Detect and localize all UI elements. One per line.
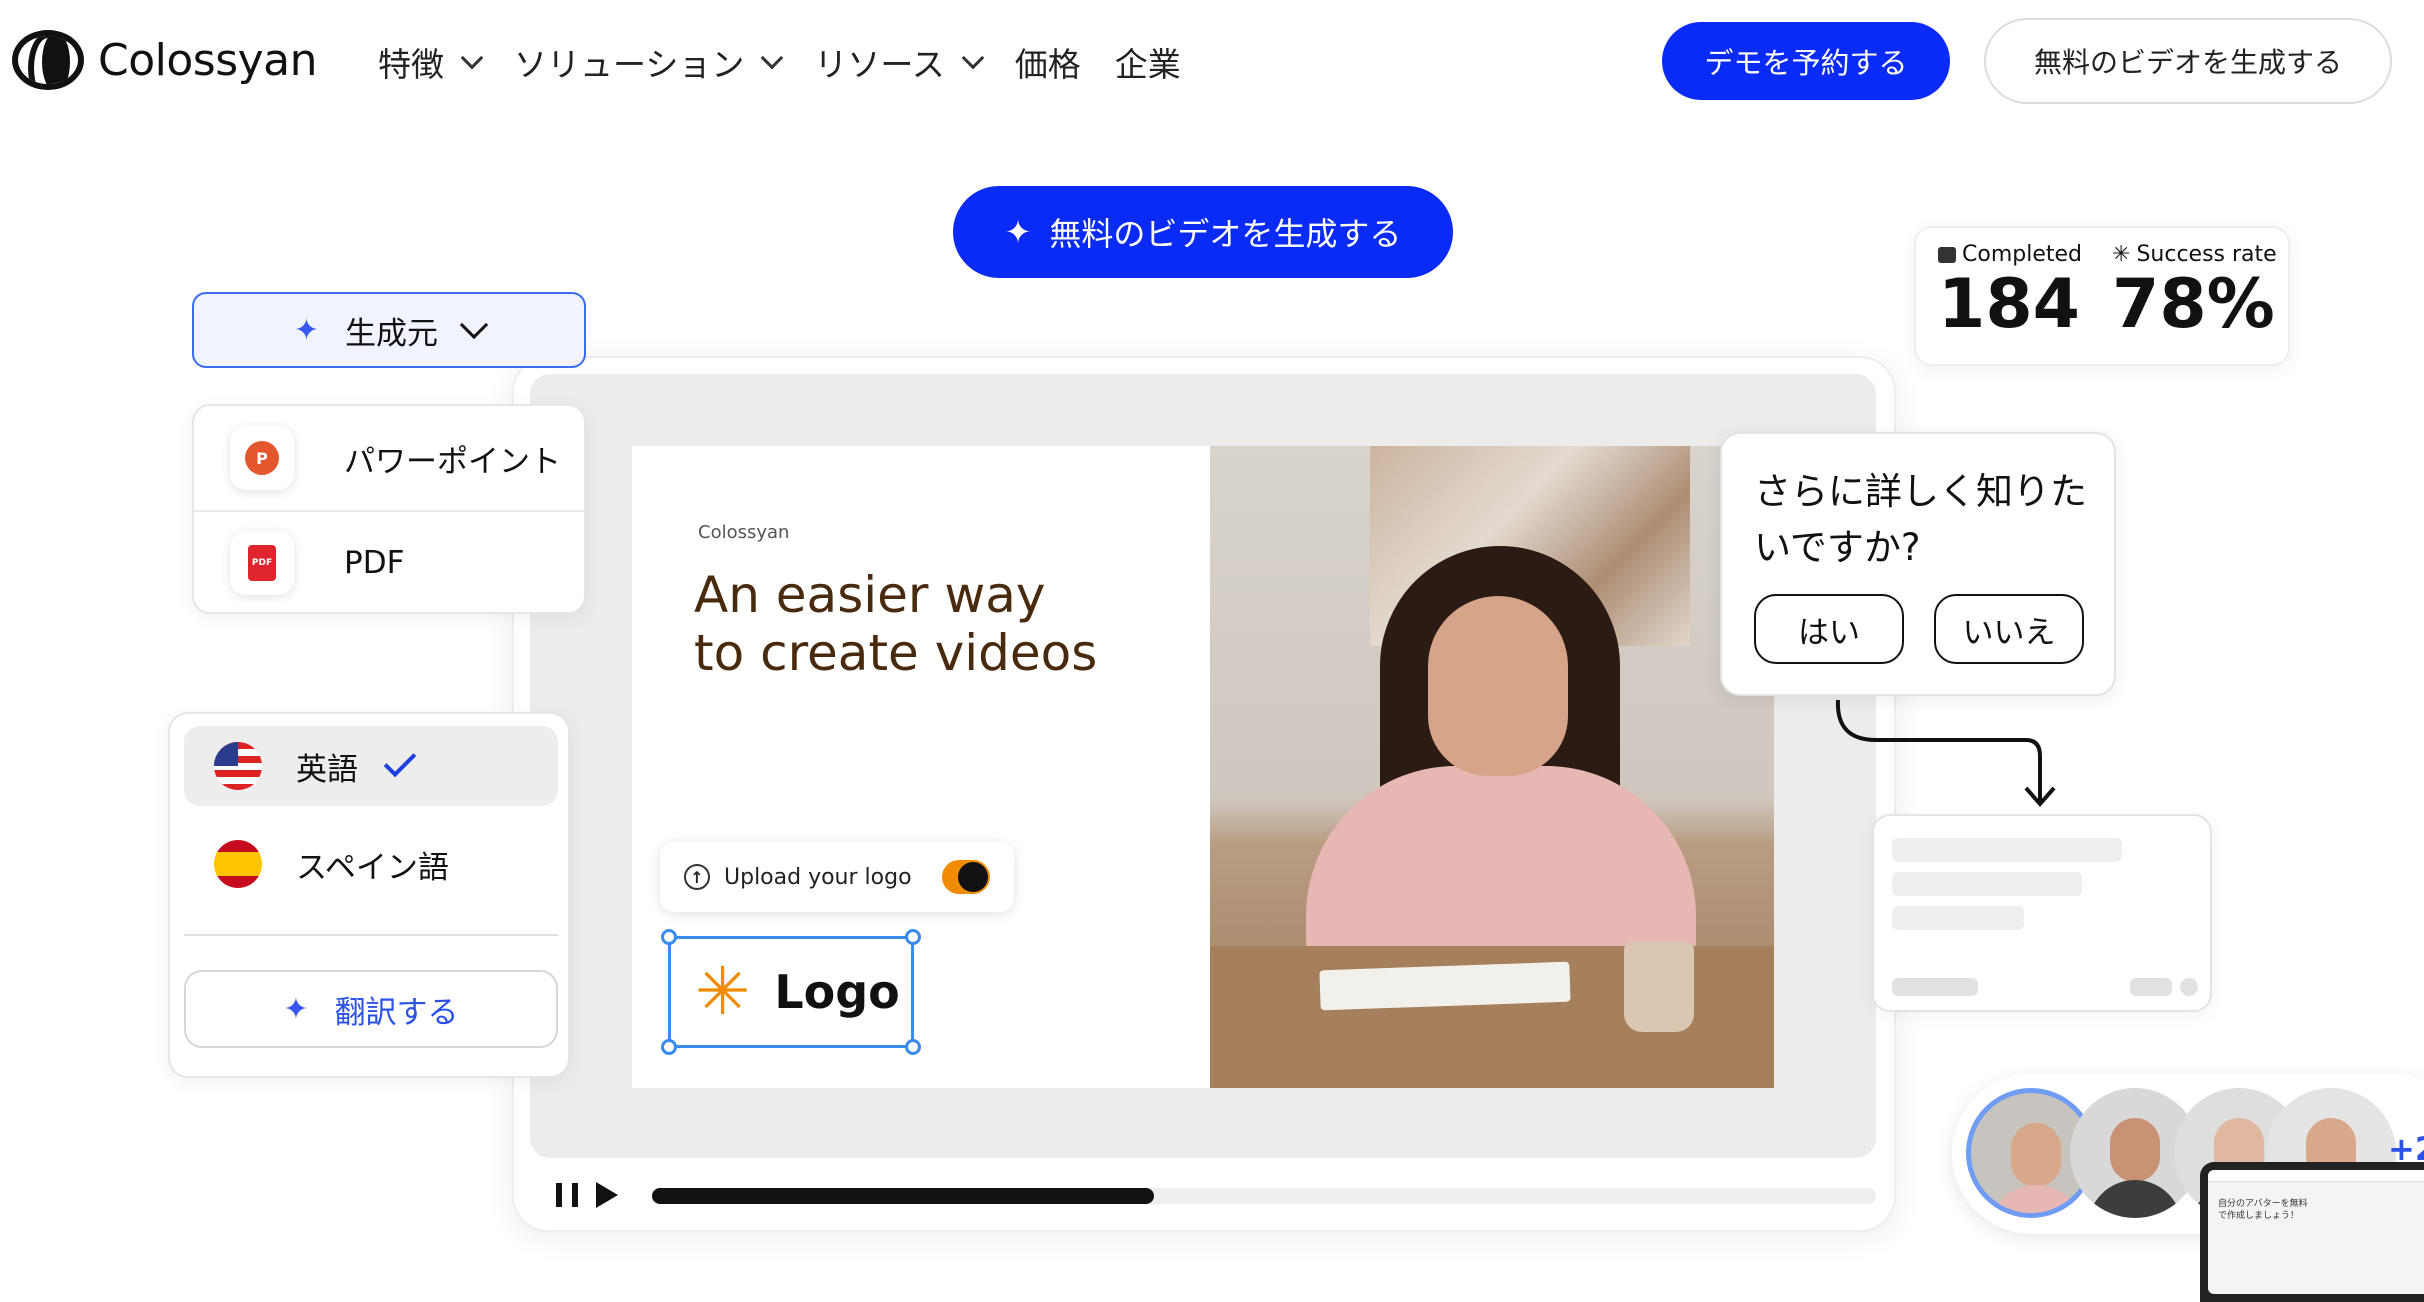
brand-name: Colossyan xyxy=(98,34,318,86)
player-controls xyxy=(556,1182,618,1208)
yes-button[interactable]: はい xyxy=(1754,594,1904,664)
eye-icon xyxy=(1938,246,1956,263)
slide-title: An easier way to create videos xyxy=(694,566,1097,682)
slide-brand: Colossyan xyxy=(698,522,790,543)
generate-option-powerpoint[interactable]: P パワーポイント xyxy=(194,406,584,510)
question-text: さらに詳しく知りたいですか? xyxy=(1754,470,2087,569)
sparkle-icon: ✦ xyxy=(293,312,320,348)
laptop-headline: 自分のアバターを無料で作成しましょう！ xyxy=(2218,1199,2308,1221)
generate-option-label: パワーポイント xyxy=(344,443,561,480)
powerpoint-icon: P xyxy=(230,426,294,490)
resize-handle[interactable] xyxy=(905,929,921,945)
slide-title-line-2: to create videos xyxy=(694,624,1098,682)
language-option-english[interactable]: 英語 xyxy=(184,726,558,806)
question-card: さらに詳しく知りたいですか? はい いいえ xyxy=(1720,432,2116,696)
nav-pricing[interactable]: 価格 xyxy=(1015,38,1081,86)
loader-icon: ✳ xyxy=(2112,242,2131,267)
mug xyxy=(1624,942,1694,1032)
translate-button[interactable]: ✦ 翻訳する xyxy=(184,970,558,1048)
chevron-down-icon xyxy=(460,46,484,70)
stat-completed-value: 184 xyxy=(1938,265,2080,344)
language-label: 英語 xyxy=(296,751,358,788)
language-panel: 英語 スペイン語 ✦ 翻訳する xyxy=(168,712,570,1078)
placeholder-line xyxy=(1892,838,2122,862)
placeholder-card xyxy=(1872,814,2212,1012)
avatar-body xyxy=(2088,1180,2182,1218)
hero-cta-label: 無料のビデオを生成する xyxy=(1049,215,1402,253)
chevron-down-icon xyxy=(761,46,784,70)
upload-logo-control[interactable]: ↑ Upload your logo xyxy=(660,842,1014,912)
nav-solutions[interactable]: ソリューション xyxy=(514,38,784,86)
stats-card: Completed 184 ✳ Success rate 78% xyxy=(1914,226,2290,366)
resize-handle[interactable] xyxy=(905,1039,921,1055)
stat-completed: Completed 184 xyxy=(1938,242,2082,343)
generate-from-label: 生成元 xyxy=(345,315,439,352)
upload-logo-toggle[interactable] xyxy=(942,860,990,894)
colossyan-logo-icon xyxy=(12,30,84,90)
sparkle-icon: ✦ xyxy=(1004,213,1032,251)
chevron-down-icon xyxy=(459,310,489,340)
nav-pricing-label: 価格 xyxy=(1014,45,1081,84)
avatar-face xyxy=(2110,1118,2160,1182)
free-video-header-button[interactable]: 無料のビデオを生成する xyxy=(1984,18,2392,104)
play-icon[interactable] xyxy=(596,1182,618,1208)
language-option-spanish[interactable]: スペイン語 xyxy=(184,824,558,904)
avatar-body xyxy=(1989,1185,2083,1213)
spain-flag-icon xyxy=(214,840,262,888)
placeholder-line xyxy=(1892,872,2082,896)
avatar-face xyxy=(2011,1123,2061,1187)
generate-option-pdf[interactable]: PDF PDF xyxy=(194,510,584,612)
stat-success-value: 78% xyxy=(2112,265,2275,344)
checkmark-icon xyxy=(383,744,417,778)
us-flag-icon xyxy=(214,742,262,790)
upload-logo-label: Upload your logo xyxy=(724,864,912,890)
generate-option-label: PDF xyxy=(344,545,405,581)
placeholder-dot xyxy=(2180,978,2198,996)
flow-arrow xyxy=(1835,699,2056,808)
nav-enterprise-label: 企業 xyxy=(1114,45,1181,84)
pdf-icon: PDF xyxy=(230,531,294,595)
stat-success-label: Success rate xyxy=(2136,242,2277,267)
nav-resources-label: リソース xyxy=(814,45,945,84)
nav-resources[interactable]: リソース xyxy=(814,38,985,86)
generate-from-menu: P パワーポイント PDF PDF xyxy=(192,404,586,614)
avatar-presenter-image xyxy=(1210,446,1774,1088)
hero-cta-button[interactable]: ✦ 無料のビデオを生成する xyxy=(953,186,1453,278)
laptop-topbar xyxy=(2208,1170,2424,1182)
progress-bar[interactable] xyxy=(652,1188,1876,1204)
resize-handle[interactable] xyxy=(661,1039,677,1055)
main-nav: 特徴 ソリューション リソース 価格 企業 xyxy=(378,38,1215,86)
sparkle-icon: ✦ xyxy=(283,991,309,1027)
book-demo-button[interactable]: デモを予約する xyxy=(1662,22,1950,100)
language-label: スペイン語 xyxy=(296,849,449,886)
brand-logo[interactable]: Colossyan xyxy=(12,30,318,90)
resize-handle[interactable] xyxy=(661,929,677,945)
placeholder-line xyxy=(1892,978,1978,996)
presenter-face xyxy=(1428,596,1568,776)
chevron-down-icon xyxy=(961,46,985,70)
stat-completed-label: Completed xyxy=(1962,242,2082,267)
laptop-preview: 自分のアバターを無料で作成しましょう！ xyxy=(2200,1162,2424,1302)
divider xyxy=(184,934,558,936)
nav-features[interactable]: 特徴 xyxy=(378,38,484,86)
logo-word: Logo xyxy=(774,965,900,1019)
generate-from-dropdown[interactable]: ✦ 生成元 xyxy=(192,292,586,368)
pause-icon[interactable] xyxy=(556,1183,578,1207)
nav-enterprise[interactable]: 企業 xyxy=(1115,38,1181,86)
logo-placeholder[interactable]: ✳ Logo xyxy=(661,929,921,1055)
laptop-screen: 自分のアバターを無料で作成しましょう！ xyxy=(2208,1170,2424,1294)
upload-icon: ↑ xyxy=(684,864,710,890)
progress-fill xyxy=(652,1188,1154,1204)
translate-label: 翻訳する xyxy=(334,994,459,1031)
slide-title-line-1: An easier way xyxy=(694,566,1046,624)
asterisk-logo-icon: ✳ xyxy=(695,953,751,1030)
stat-success: ✳ Success rate 78% xyxy=(2112,242,2277,343)
placeholder-line xyxy=(1892,906,2024,930)
nav-solutions-label: ソリューション xyxy=(514,45,745,84)
placeholder-line xyxy=(2130,978,2172,996)
no-button[interactable]: いいえ xyxy=(1934,594,2084,664)
nav-features-label: 特徴 xyxy=(378,45,444,84)
